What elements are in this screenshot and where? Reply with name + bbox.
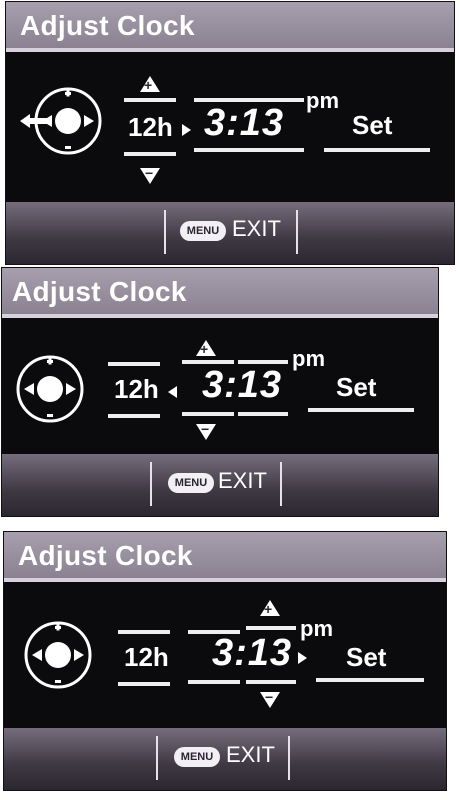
set-label[interactable]: Set <box>346 642 386 673</box>
dpad-icon <box>20 87 102 155</box>
cursor-arrow-icon <box>182 124 191 136</box>
screen-title: Adjust Clock <box>12 276 187 307</box>
exit-label[interactable]: EXIT <box>232 216 281 242</box>
title-divider <box>4 578 446 582</box>
footer-bar: MENU EXIT <box>6 202 454 264</box>
clock-screen-hour-selected: Adjust Clock 12h 3:13 pm Set MENU EXIT +… <box>6 2 454 264</box>
hour-format-value[interactable]: 12h <box>124 642 169 673</box>
back-arrow-icon <box>20 114 48 128</box>
exit-label[interactable]: EXIT <box>218 468 267 494</box>
hour-format-value[interactable]: 12h <box>114 374 159 405</box>
title-bar: Adjust Clock <box>2 268 438 314</box>
title-divider <box>2 314 438 318</box>
ampm-value[interactable]: pm <box>292 346 325 372</box>
menu-button-icon[interactable]: MENU <box>174 747 220 767</box>
minus-glyph: − <box>145 165 154 181</box>
clock-screen-hours-selected: Adjust Clock 12h 3:13 pm Set MENU EXIT +… <box>2 268 438 516</box>
screen-title: Adjust Clock <box>20 10 195 41</box>
set-label[interactable]: Set <box>352 110 392 141</box>
ampm-value[interactable]: pm <box>306 88 339 114</box>
clock-screen-minutes-selected: Adjust Clock 12h 3:13 pm Set MENU EXIT +… <box>4 532 446 790</box>
time-value[interactable]: 3:13 <box>202 364 282 407</box>
menu-button-icon[interactable]: MENU <box>180 221 226 241</box>
footer-bar: MENU EXIT <box>2 454 438 516</box>
dpad-icon <box>24 621 92 689</box>
menu-button-icon[interactable]: MENU <box>168 473 214 493</box>
set-label[interactable]: Set <box>336 372 376 403</box>
footer-bar: MENU EXIT <box>4 728 446 790</box>
time-value[interactable]: 3:13 <box>212 632 292 675</box>
plus-glyph: + <box>144 77 153 93</box>
hour-format-value[interactable]: 12h <box>128 112 173 143</box>
time-value[interactable]: 3:13 <box>204 102 284 145</box>
plus-glyph: + <box>264 601 273 617</box>
exit-label[interactable]: EXIT <box>226 742 275 768</box>
minus-glyph: − <box>265 689 274 705</box>
cursor-arrow-icon <box>298 652 307 664</box>
cursor-arrow-icon <box>168 386 177 398</box>
ampm-value[interactable]: pm <box>300 616 333 642</box>
title-bar: Adjust Clock <box>6 2 454 48</box>
title-divider <box>6 48 454 52</box>
dpad-icon <box>16 355 84 423</box>
minus-glyph: − <box>201 421 210 437</box>
screen-title: Adjust Clock <box>18 540 193 571</box>
title-bar: Adjust Clock <box>4 532 446 578</box>
plus-glyph: + <box>200 341 209 357</box>
